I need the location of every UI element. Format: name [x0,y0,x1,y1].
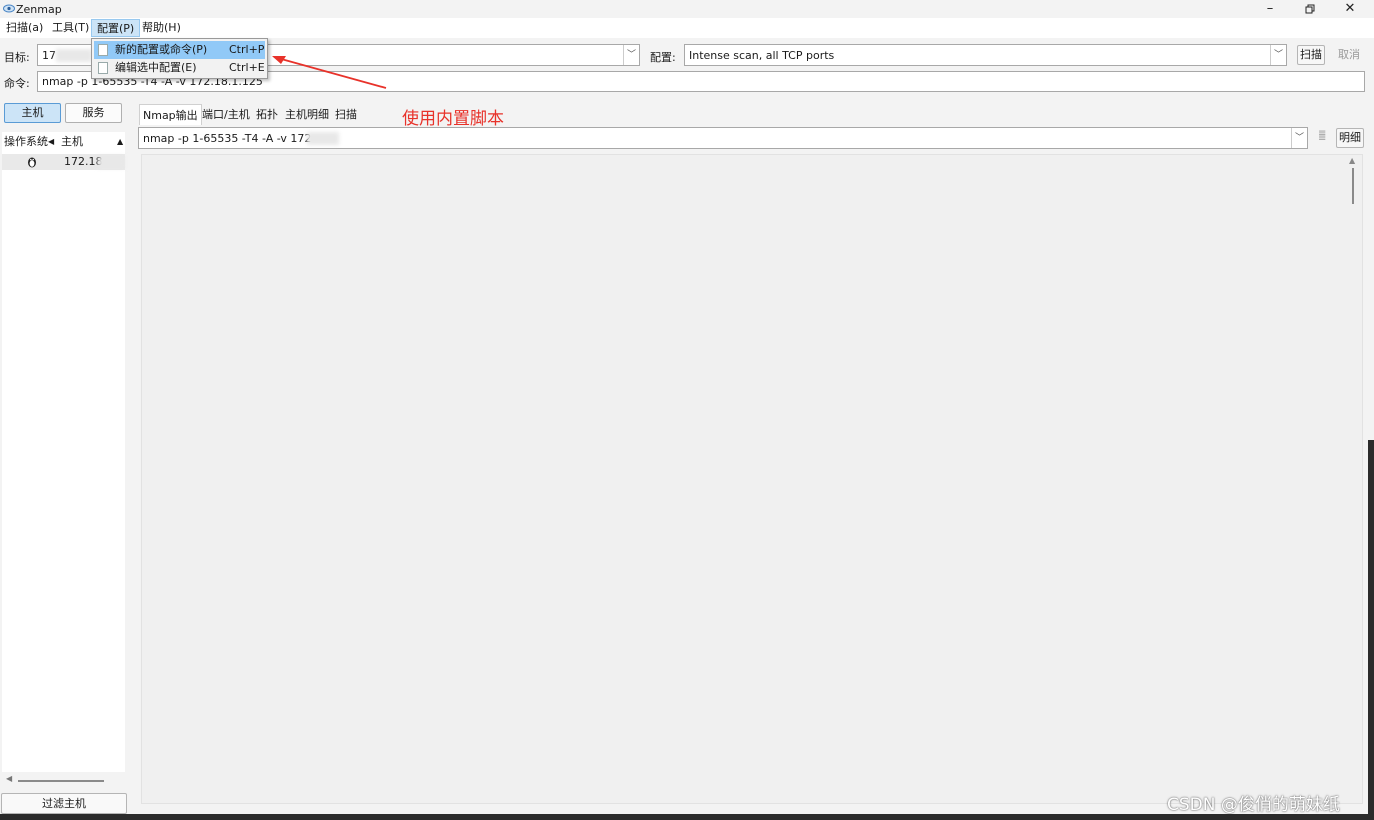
menu-item-edit-profile[interactable]: 编辑选中配置(E) Ctrl+E [94,59,265,77]
scroll-up-icon[interactable]: ▲ [1349,156,1355,165]
target-value: 17 [42,49,56,62]
tab-nmap-output[interactable]: Nmap输出 [139,104,202,125]
profile-dropdown-menu: 新的配置或命令(P) Ctrl+P 编辑选中配置(E) Ctrl+E [91,38,268,79]
annotation-text: 使用内置脚本 [402,109,504,129]
menu-item-label: 新的配置或命令(P) [115,43,208,56]
scrollbar-thumb[interactable] [1352,168,1354,204]
tab-scans[interactable]: 扫描 [332,104,360,125]
menu-scan[interactable]: 扫描(a) [1,19,48,37]
linux-penguin-icon [28,157,36,168]
scan-output-selector[interactable]: nmap -p 1-65535 -T4 -A -v 172 ﹀ [138,127,1308,149]
column-header-os[interactable]: 操作系统 [4,134,48,150]
filter-hosts-button[interactable]: 过滤主机 [1,793,127,814]
output-selector-value: nmap -p 1-65535 -T4 -A -v 172 [143,132,312,145]
tab-host-details[interactable]: 主机明细 [282,104,332,125]
host-list: 操作系统 ◀ 主机 ▲ 172.18 [2,132,125,772]
nmap-output-area[interactable] [141,154,1363,804]
details-button[interactable]: 明细 [1336,128,1364,148]
tab-topology[interactable]: 拓扑 [253,104,281,125]
menu-profile[interactable]: 配置(P) [91,19,141,37]
window-title: Zenmap [16,3,62,16]
table-row[interactable]: 172.18 [2,154,125,170]
redacted-blur [56,49,92,62]
close-icon[interactable]: ✕ [1330,0,1370,18]
watermark: CSDN @俊俏的萌妹纸 [1167,795,1340,815]
restore-icon[interactable] [1290,0,1330,18]
document-icon [98,44,108,56]
services-toggle-button[interactable]: 服务 [65,103,122,123]
chevron-down-icon[interactable]: ﹀ [1270,45,1286,65]
menu-item-shortcut: Ctrl+P [229,43,265,56]
scrollbar-thumb[interactable] [18,780,104,782]
grip-handle-icon[interactable]: ≡ ≡ [1318,129,1326,145]
title-bar: Zenmap – ✕ [0,0,1374,18]
background-edge [0,814,1374,820]
zenmap-window: Zenmap – ✕ 扫描(a) 工具(T) 配置(P) 帮助(H) 新的配置或… [0,0,1374,820]
background-edge [1368,440,1374,820]
profile-combo[interactable]: Intense scan, all TCP ports ﹀ [684,44,1287,66]
menu-item-new-profile[interactable]: 新的配置或命令(P) Ctrl+P [94,41,265,59]
scroll-left-icon[interactable]: ◀ [6,774,12,783]
scan-button[interactable]: 扫描 [1297,45,1325,65]
column-header-host[interactable]: 主机 [61,134,83,150]
host-list-scrollbar[interactable]: ◀ [2,774,125,788]
annotation-arrow [272,56,387,89]
edit-document-icon [98,62,108,74]
menu-bar: 扫描(a) 工具(T) 配置(P) 帮助(H) [0,18,1374,38]
target-label: 目标: [4,51,30,64]
tab-ports-hosts[interactable]: 端口/主机 [199,104,253,125]
menu-help[interactable]: 帮助(H) [137,19,186,37]
cancel-button[interactable]: 取消 [1333,45,1365,65]
chevron-down-icon[interactable]: ﹀ [1291,128,1307,148]
output-scrollbar[interactable]: ▲ [1346,154,1360,804]
profile-label: 配置: [650,51,676,64]
menu-item-shortcut: Ctrl+E [229,61,265,74]
hosts-toggle-button[interactable]: 主机 [4,103,61,123]
sort-left-icon[interactable]: ◀ [48,134,54,150]
command-label: 命令: [4,77,30,90]
minimize-icon[interactable]: – [1250,0,1290,18]
chevron-down-icon[interactable]: ﹀ [623,45,639,65]
menu-item-label: 编辑选中配置(E) [115,61,197,74]
redacted-blur [307,132,339,145]
redacted-blur [98,156,124,168]
menu-tools[interactable]: 工具(T) [47,19,94,37]
zenmap-eye-icon [3,4,15,13]
profile-value: Intense scan, all TCP ports [689,49,835,62]
sort-up-icon[interactable]: ▲ [117,134,123,150]
host-ip: 172.18 [64,155,103,168]
